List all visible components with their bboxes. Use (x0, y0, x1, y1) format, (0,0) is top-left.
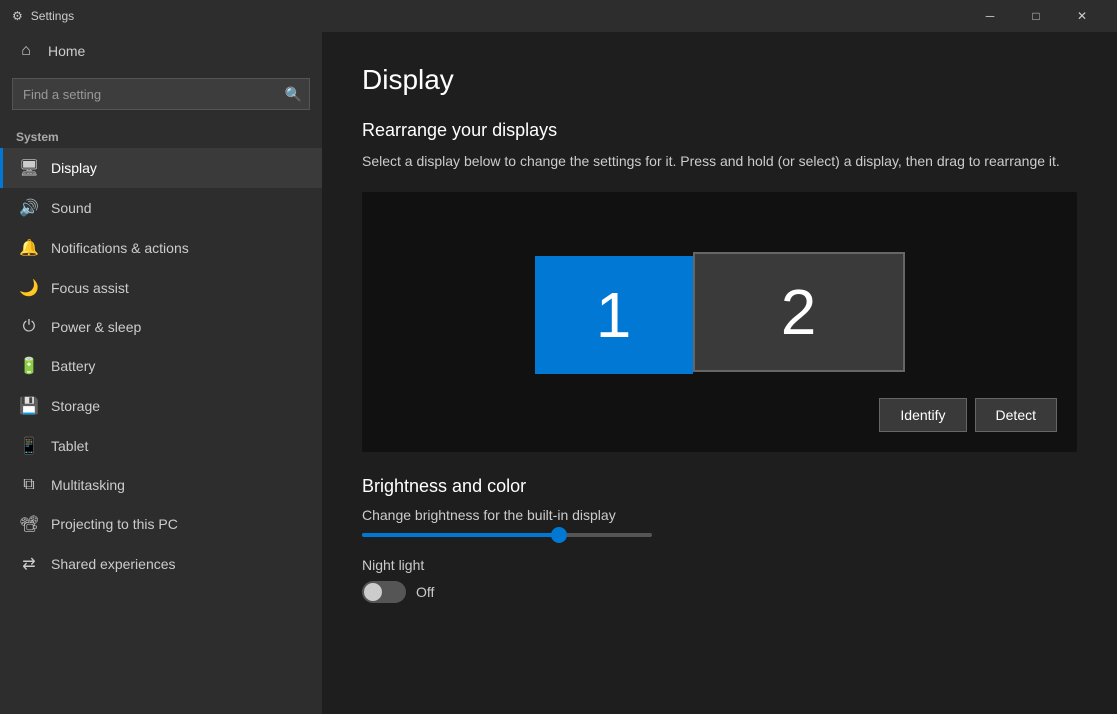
brightness-slider-track[interactable] (362, 533, 652, 537)
sidebar: ⌂ Home 🔍 System 🖥 Display 🔊 Sound 🔔 Noti… (0, 32, 322, 714)
monitors-row: 1 2 (535, 252, 905, 374)
notifications-label: Notifications & actions (51, 240, 189, 256)
battery-icon: 🔋 (19, 356, 39, 376)
maximize-button[interactable]: □ (1013, 0, 1059, 32)
sidebar-item-focus[interactable]: 🌙 Focus assist (0, 268, 322, 308)
display-icon: 🖥 (19, 158, 39, 178)
title-bar-controls: ─ □ ✕ (967, 0, 1105, 32)
settings-icon: ⚙ (12, 9, 23, 23)
title-bar: ⚙ Settings ─ □ ✕ (0, 0, 1117, 32)
search-box: 🔍 (12, 78, 310, 110)
monitor-2[interactable]: 2 (693, 252, 905, 372)
rearrange-description: Select a display below to change the set… (362, 151, 1077, 172)
storage-icon: 💾 (19, 396, 39, 416)
sidebar-item-tablet[interactable]: 📱 Tablet (0, 426, 322, 466)
multitasking-icon: ⧉ (19, 476, 39, 494)
storage-label: Storage (51, 398, 100, 414)
night-light-status: Off (416, 584, 434, 600)
app-body: ⌂ Home 🔍 System 🖥 Display 🔊 Sound 🔔 Noti… (0, 32, 1117, 714)
sidebar-item-home[interactable]: ⌂ Home (0, 32, 322, 70)
power-icon: ⏻ (19, 318, 39, 336)
page-title: Display (362, 64, 1077, 96)
sound-icon: 🔊 (19, 198, 39, 218)
sidebar-item-battery[interactable]: 🔋 Battery (0, 346, 322, 386)
detect-button[interactable]: Detect (975, 398, 1057, 432)
sidebar-item-power[interactable]: ⏻ Power & sleep (0, 308, 322, 346)
monitor-1[interactable]: 1 (535, 256, 693, 374)
battery-label: Battery (51, 358, 95, 374)
projecting-icon: 📽 (19, 514, 39, 534)
close-button[interactable]: ✕ (1059, 0, 1105, 32)
brightness-label: Change brightness for the built-in displ… (362, 507, 1077, 523)
notifications-icon: 🔔 (19, 238, 39, 258)
system-section-label: System (0, 122, 322, 148)
brightness-section-title: Brightness and color (362, 476, 1077, 497)
brightness-slider-fill (362, 533, 559, 537)
multitasking-label: Multitasking (51, 477, 125, 493)
brightness-section: Brightness and color Change brightness f… (362, 476, 1077, 603)
sidebar-item-projecting[interactable]: 📽 Projecting to this PC (0, 504, 322, 544)
night-light-toggle[interactable] (362, 581, 406, 603)
search-icon: 🔍 (285, 86, 302, 103)
monitor-1-label: 1 (596, 278, 632, 352)
minimize-button[interactable]: ─ (967, 0, 1013, 32)
sidebar-item-shared[interactable]: ⇄ Shared experiences (0, 544, 322, 584)
title-bar-left: ⚙ Settings (12, 9, 74, 23)
sidebar-item-sound[interactable]: 🔊 Sound (0, 188, 322, 228)
shared-icon: ⇄ (19, 554, 39, 574)
sidebar-item-notifications[interactable]: 🔔 Notifications & actions (0, 228, 322, 268)
focus-icon: 🌙 (19, 278, 39, 298)
sidebar-item-display[interactable]: 🖥 Display (0, 148, 322, 188)
sidebar-item-multitasking[interactable]: ⧉ Multitasking (0, 466, 322, 504)
home-label: Home (48, 43, 85, 59)
sound-label: Sound (51, 200, 91, 216)
night-light-label: Night light (362, 557, 1077, 573)
home-icon: ⌂ (16, 42, 36, 60)
rearrange-title: Rearrange your displays (362, 120, 1077, 141)
tablet-label: Tablet (51, 438, 88, 454)
monitor-2-label: 2 (781, 275, 817, 349)
display-actions: Identify Detect (382, 398, 1057, 432)
app-title: Settings (31, 9, 74, 23)
night-light-toggle-row: Off (362, 581, 1077, 603)
projecting-label: Projecting to this PC (51, 516, 178, 532)
display-label: Display (51, 160, 97, 176)
display-preview: 1 2 Identify Detect (362, 192, 1077, 452)
sidebar-item-storage[interactable]: 💾 Storage (0, 386, 322, 426)
power-label: Power & sleep (51, 319, 141, 335)
brightness-slider-thumb[interactable] (551, 527, 567, 543)
shared-label: Shared experiences (51, 556, 176, 572)
focus-label: Focus assist (51, 280, 129, 296)
toggle-thumb (364, 583, 382, 601)
tablet-icon: 📱 (19, 436, 39, 456)
identify-button[interactable]: Identify (879, 398, 966, 432)
search-input[interactable] (12, 78, 310, 110)
content-area: Display Rearrange your displays Select a… (322, 32, 1117, 714)
